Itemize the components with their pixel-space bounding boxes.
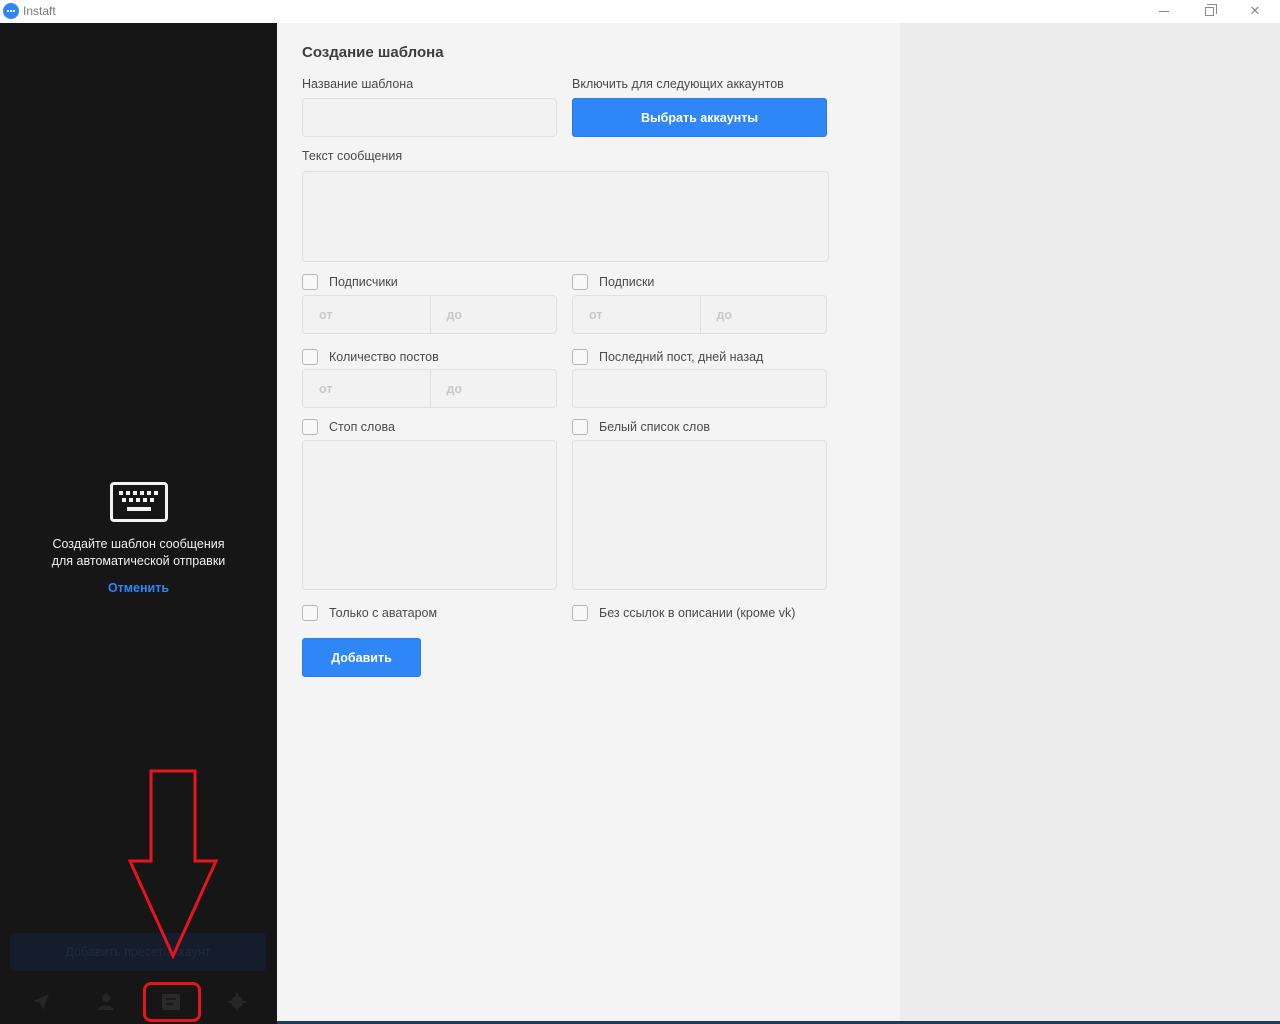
followers-from-input[interactable]: от xyxy=(303,296,430,333)
posts-count-to-input[interactable]: до xyxy=(429,370,557,407)
user-icon xyxy=(98,994,114,1010)
select-accounts-button[interactable]: Выбрать аккаунты xyxy=(572,98,827,137)
empty-state-line1: Создайте шаблон сообщения xyxy=(52,537,225,551)
send-icon xyxy=(33,994,49,1010)
empty-state: Создайте шаблон сообщения для автоматиче… xyxy=(0,482,277,596)
only-avatar-label: Только с аватаром xyxy=(329,606,438,620)
window-titlebar: Instaft ✕ xyxy=(0,0,1280,23)
add-template-button[interactable]: Добавить xyxy=(302,638,421,677)
close-button[interactable]: ✕ xyxy=(1232,0,1278,23)
bottom-nav xyxy=(0,983,277,1021)
maximize-button[interactable] xyxy=(1186,0,1232,23)
followers-range: от до xyxy=(302,295,557,334)
whitelist-checkbox[interactable] xyxy=(572,419,588,435)
last-post-input[interactable] xyxy=(572,369,827,408)
posts-count-checkbox[interactable] xyxy=(302,349,318,365)
nav-settings-button[interactable] xyxy=(226,991,248,1013)
nav-send-button[interactable] xyxy=(30,991,52,1013)
cancel-link[interactable]: Отменить xyxy=(108,581,169,595)
no-links-label: Без ссылок в описании (кроме vk) xyxy=(599,606,796,620)
empty-state-line2: для автоматической отправки xyxy=(51,554,226,568)
posts-count-from-input[interactable]: от xyxy=(303,370,430,407)
no-links-checkbox[interactable] xyxy=(572,605,588,621)
annotation-arrow-icon xyxy=(127,769,219,960)
stop-words-label: Стоп слова xyxy=(329,420,395,434)
followers-label: Подписчики xyxy=(329,275,398,289)
restore-icon xyxy=(1204,4,1217,16)
minimize-button[interactable] xyxy=(1141,0,1187,23)
nav-user-button[interactable] xyxy=(95,991,117,1013)
followers-checkbox[interactable] xyxy=(302,274,318,290)
last-post-label: Последний пост, дней назад xyxy=(599,350,764,364)
minimize-icon xyxy=(1159,11,1169,12)
following-label: Подписки xyxy=(599,275,655,289)
template-name-input[interactable] xyxy=(302,98,557,137)
only-avatar-checkbox[interactable] xyxy=(302,605,318,621)
following-range: от до xyxy=(572,295,827,334)
keyboard-icon xyxy=(109,482,168,522)
window-title: Instaft xyxy=(23,4,56,18)
following-from-input[interactable]: от xyxy=(573,296,700,333)
right-pane xyxy=(900,23,1280,1022)
followers-to-input[interactable]: до xyxy=(429,296,557,333)
following-to-input[interactable]: до xyxy=(699,296,827,333)
close-icon: ✕ xyxy=(1249,4,1261,19)
last-post-checkbox[interactable] xyxy=(572,349,588,365)
stop-words-input[interactable] xyxy=(302,440,557,590)
following-checkbox[interactable] xyxy=(572,274,588,290)
message-text-input[interactable] xyxy=(302,171,829,262)
accounts-label: Включить для следующих аккаунтов xyxy=(572,77,784,91)
app-logo-icon xyxy=(3,3,19,19)
whitelist-input[interactable] xyxy=(572,440,827,590)
whitelist-label: Белый список слов xyxy=(599,420,711,434)
annotation-highlight-box xyxy=(143,982,201,1022)
stop-words-checkbox[interactable] xyxy=(302,419,318,435)
message-text-label: Текст сообщения xyxy=(302,149,403,163)
posts-count-range: от до xyxy=(302,369,557,408)
gear-icon xyxy=(228,993,246,1011)
template-name-label: Название шаблона xyxy=(302,77,414,91)
posts-count-label: Количество постов xyxy=(329,350,439,364)
form-title: Создание шаблона xyxy=(302,44,444,61)
empty-state-text: Создайте шаблон сообщения для автоматиче… xyxy=(0,536,277,570)
